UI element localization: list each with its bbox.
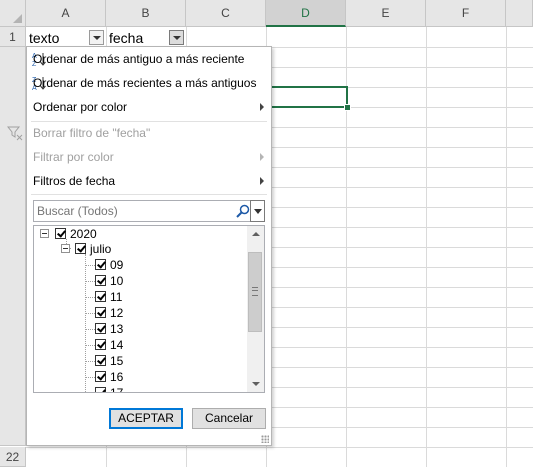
day-checkbox[interactable] <box>95 387 106 392</box>
scroll-thumb[interactable] <box>248 252 262 332</box>
day-checkbox[interactable] <box>95 275 106 286</box>
submenu-arrow-icon <box>260 103 264 111</box>
row-header-22[interactable]: 22 <box>0 447 26 467</box>
selected-cell-d3[interactable] <box>265 86 348 108</box>
grip-icon <box>252 287 258 296</box>
tree-connector <box>85 329 95 330</box>
search-options-dropdown[interactable] <box>250 200 265 222</box>
column-header-b[interactable]: B <box>106 0 186 27</box>
day-checkbox[interactable] <box>95 339 106 350</box>
day-checkbox[interactable] <box>95 371 106 382</box>
cell-b1[interactable]: fecha <box>109 28 143 48</box>
day-checkbox[interactable] <box>95 355 106 366</box>
date-filters-item[interactable]: Filtros de fecha <box>27 170 271 192</box>
values-tree: 2020 julio 09 10 11 12 13 14 15 16 17 <box>33 225 265 393</box>
column-header-c[interactable]: C <box>186 0 266 27</box>
tree-connector <box>85 254 86 392</box>
filter-by-color-item[interactable]: Filtrar por color <box>27 146 271 168</box>
day-checkbox[interactable] <box>95 259 106 270</box>
column-header-f[interactable]: F <box>426 0 506 27</box>
row-header-1[interactable]: 1 <box>0 27 26 47</box>
year-checkbox[interactable] <box>55 228 66 239</box>
ok-button[interactable]: ACEPTAR <box>109 408 183 429</box>
tree-connector <box>85 377 95 378</box>
search-box <box>33 200 265 222</box>
collapse-icon[interactable] <box>61 244 70 253</box>
cell-a1[interactable]: texto <box>29 28 59 48</box>
tree-scrollbar[interactable] <box>247 226 264 392</box>
collapse-icon[interactable] <box>40 229 49 238</box>
filter-menu: A Z Ordenar de más antiguo a más recient… <box>6 46 272 446</box>
column-header-a[interactable]: A <box>26 0 106 27</box>
month-checkbox[interactable] <box>75 243 86 254</box>
scroll-down-arrow-icon[interactable] <box>252 382 260 386</box>
gridline <box>26 447 533 448</box>
sort-ascending-item[interactable]: A Z Ordenar de más antiguo a más recient… <box>27 48 271 70</box>
scroll-up-arrow-icon[interactable] <box>252 232 260 236</box>
column-header-d[interactable]: D <box>266 0 346 27</box>
row-header-column <box>0 47 26 446</box>
resize-grip-icon[interactable] <box>261 435 269 443</box>
submenu-arrow-icon <box>260 177 264 185</box>
sort-by-color-item[interactable]: Ordenar por color <box>27 96 271 118</box>
tree-connector <box>85 361 95 362</box>
column-header-g[interactable] <box>506 0 533 27</box>
search-icon[interactable] <box>236 204 250 218</box>
search-input[interactable] <box>34 201 237 221</box>
clear-filter-icon <box>6 125 23 141</box>
submenu-arrow-icon <box>260 153 264 161</box>
tree-connector <box>85 297 95 298</box>
filter-dropdown-b[interactable] <box>169 30 184 45</box>
day-checkbox[interactable] <box>95 291 106 302</box>
fill-handle[interactable] <box>344 104 351 111</box>
tree-connector <box>85 345 95 346</box>
select-all-corner[interactable] <box>0 0 26 27</box>
sort-descending-item[interactable]: Z A Ordenar de más recientes a más antig… <box>27 72 271 94</box>
day-checkbox[interactable] <box>95 307 106 318</box>
tree-connector <box>85 281 95 282</box>
filter-dropdown-a[interactable] <box>89 30 104 45</box>
tree-connector <box>85 313 95 314</box>
clear-filter-item[interactable]: Borrar filtro de "fecha" <box>6 122 271 144</box>
menu-separator <box>31 194 267 195</box>
day-checkbox[interactable] <box>95 323 106 334</box>
column-header-e[interactable]: E <box>346 0 426 27</box>
tree-connector <box>85 265 95 266</box>
cancel-button[interactable]: Cancelar <box>192 408 266 429</box>
